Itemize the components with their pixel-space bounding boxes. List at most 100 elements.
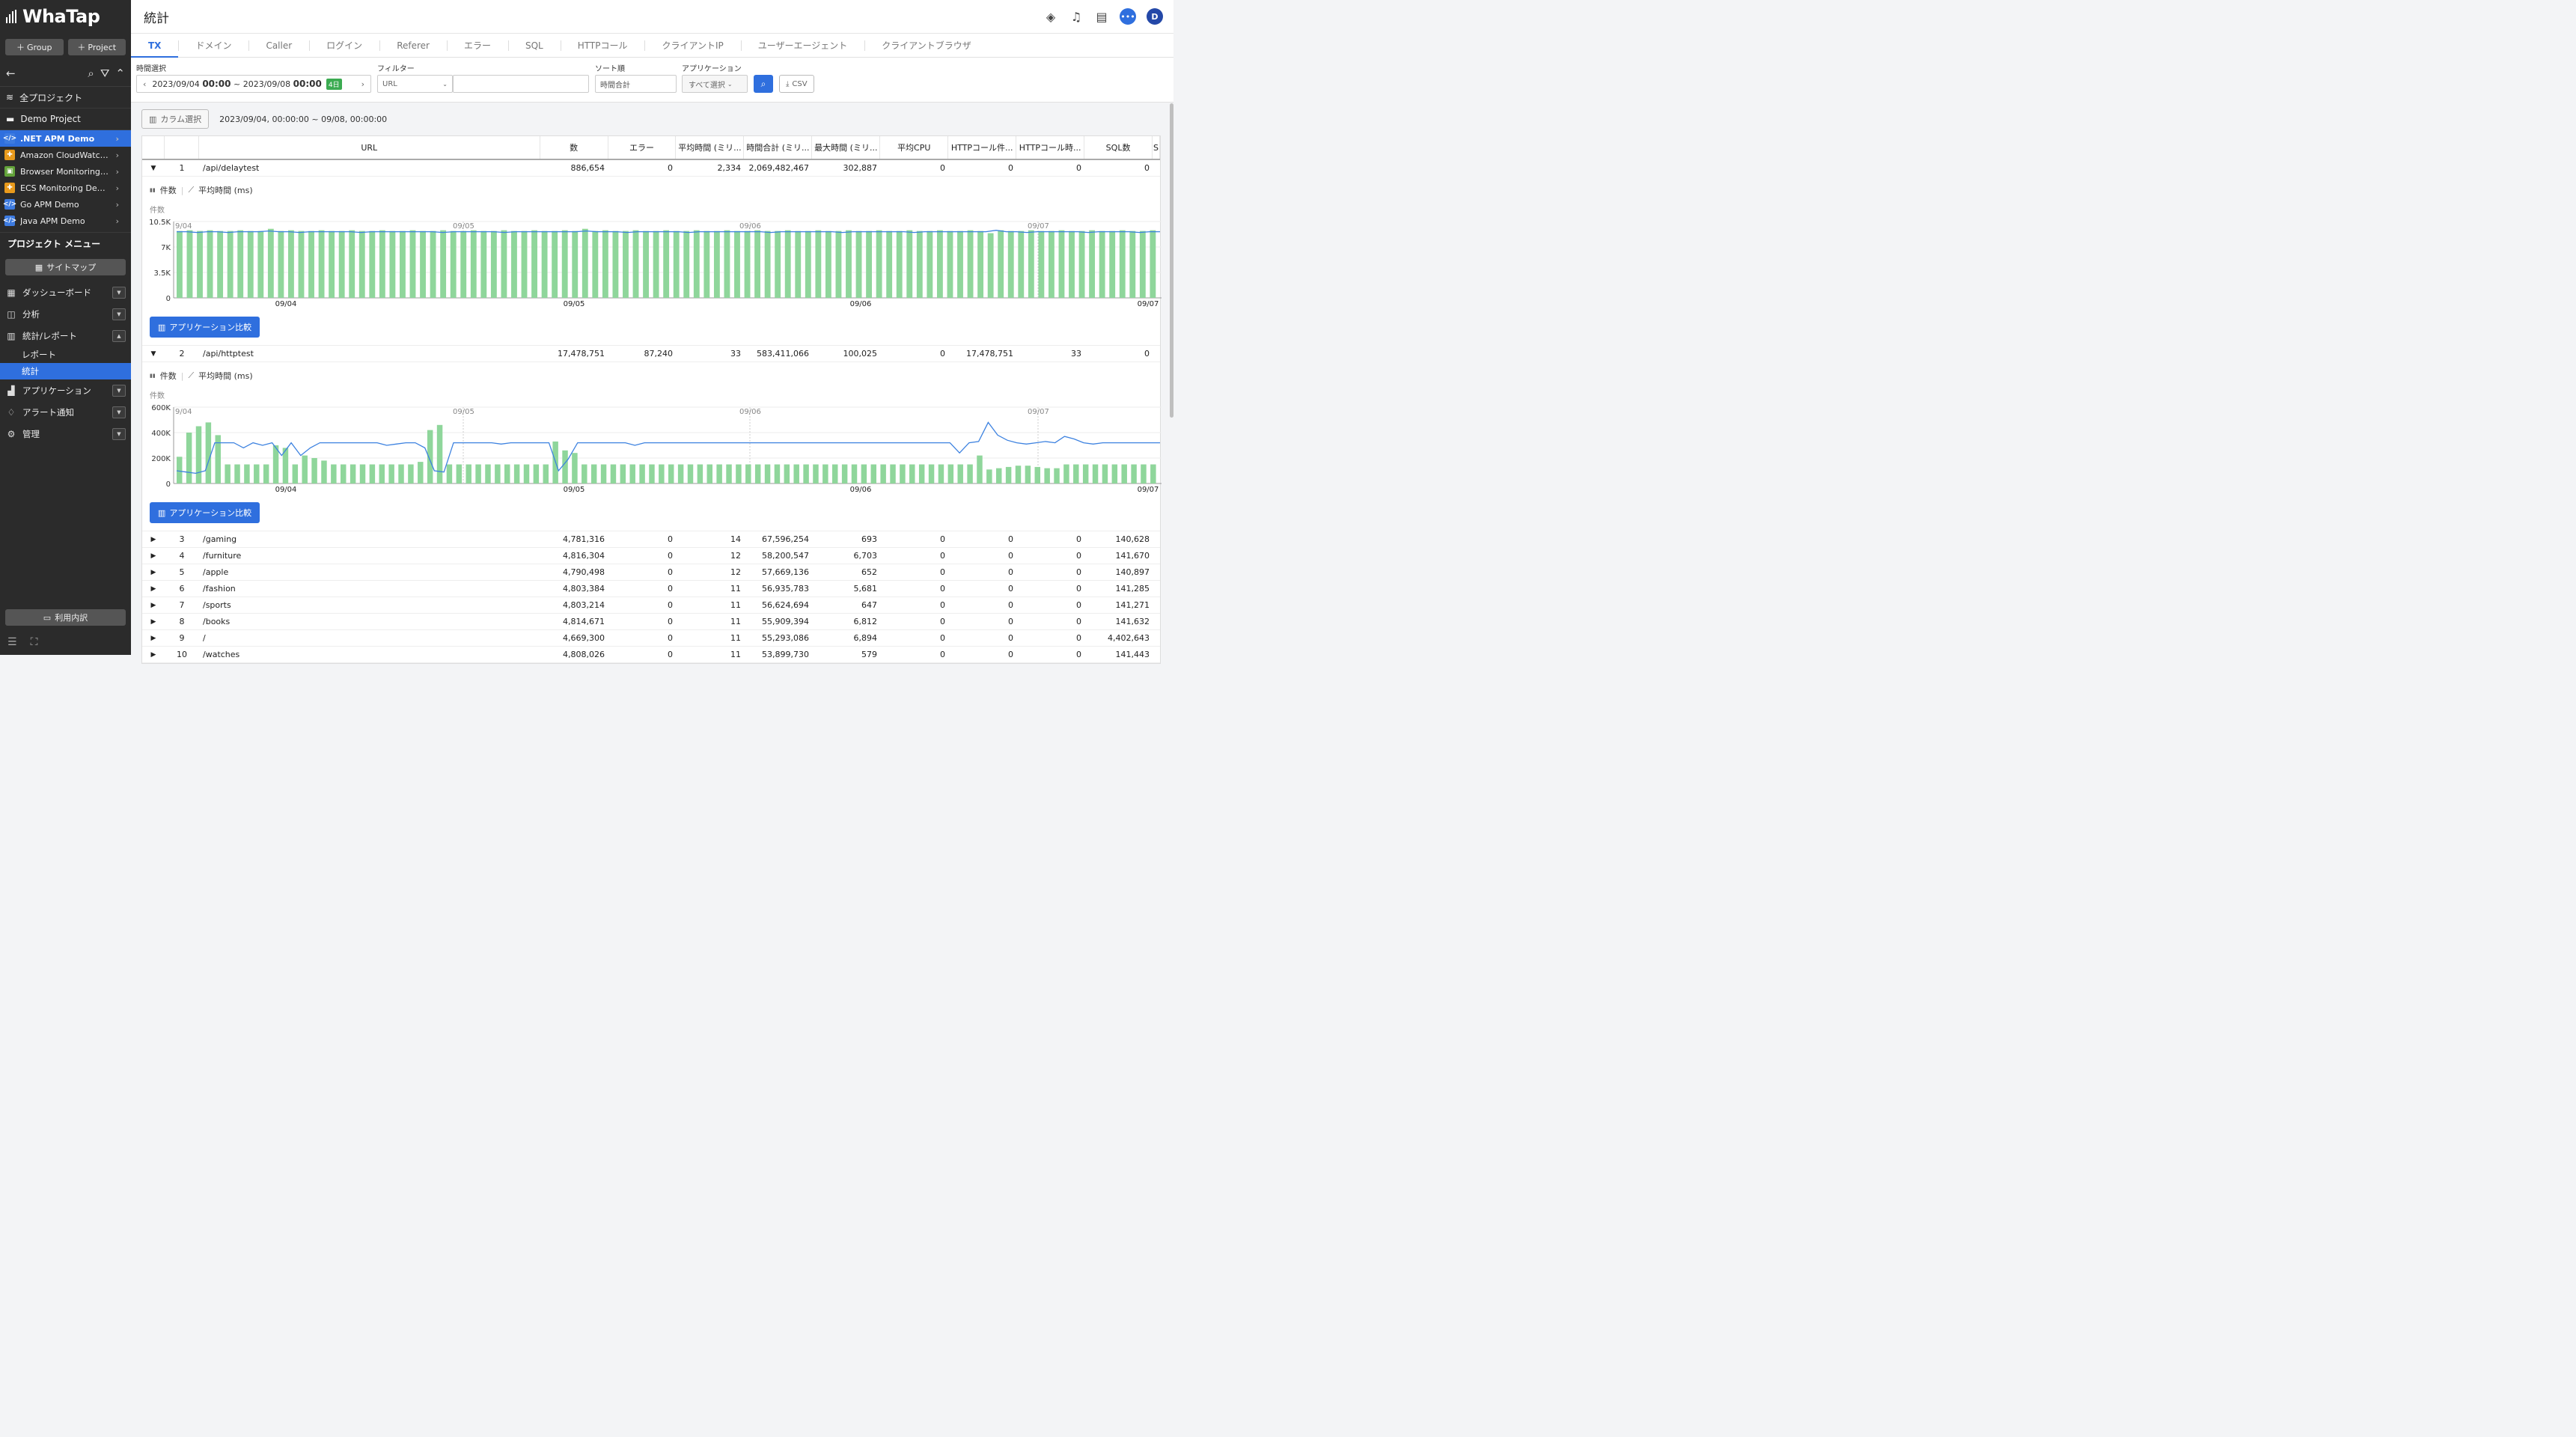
- column-header[interactable]: HTTPコール件...: [948, 136, 1017, 159]
- menu-application[interactable]: ▟ アプリケーション ▼: [0, 379, 131, 401]
- chevron-right-icon[interactable]: ›: [116, 150, 119, 160]
- table-row[interactable]: ▼ 2/api/httptest 17,478,751 87,240 33 583,411…: [142, 346, 1160, 362]
- filter-type-select[interactable]: URL ⌄: [377, 75, 453, 93]
- menu-stats-report[interactable]: ▥ 統計/レポート ▲: [0, 325, 131, 347]
- column-header[interactable]: SQL数: [1084, 136, 1153, 159]
- project-item[interactable]: ⎈Kubernetes Monitoring›: [0, 229, 131, 232]
- column-header[interactable]: URL: [199, 136, 540, 159]
- collapse-arrow-icon[interactable]: ▼: [142, 346, 165, 361]
- add-project-button[interactable]: ＋ Project: [67, 39, 126, 55]
- tab-item[interactable]: HTTPコール: [560, 34, 645, 57]
- chevron-right-icon[interactable]: ›: [116, 167, 119, 177]
- expand-icon[interactable]: ▼: [112, 406, 126, 418]
- column-header[interactable]: 数: [540, 136, 608, 159]
- legend-avg-time[interactable]: 平均時間 (ms): [198, 184, 253, 196]
- chevron-right-icon[interactable]: ›: [116, 200, 119, 210]
- search-icon[interactable]: ⌕: [88, 67, 94, 80]
- table-row[interactable]: ▶ 9 / 4,669,300 0 11 55,293,086 6,894 0 0 0 4,402,6…: [142, 630, 1160, 647]
- expand-icon[interactable]: ▼: [112, 384, 126, 397]
- project-item[interactable]: ✚ Amazon CloudWatch ... ›: [0, 147, 131, 163]
- column-header[interactable]: 最大時間 (ミリ...: [812, 136, 881, 159]
- collapse-icon[interactable]: ⌃: [115, 67, 125, 80]
- project-item[interactable]: </> Java APM Demo ›: [0, 213, 131, 229]
- menu-dashboard[interactable]: ▦ ダッシューボード ▼: [0, 281, 131, 303]
- back-arrow-icon[interactable]: ←: [6, 67, 16, 80]
- expand-arrow-icon[interactable]: ▶: [142, 630, 165, 646]
- chat-icon[interactable]: •••: [1120, 8, 1136, 25]
- expand-arrow-icon[interactable]: ▶: [142, 647, 165, 662]
- filter-icon[interactable]: ⛛: [100, 67, 110, 80]
- scrollbar[interactable]: [1170, 103, 1173, 418]
- project-item[interactable]: </> .NET APM Demo ›: [0, 130, 131, 147]
- collapse-arrow-icon[interactable]: ▼: [142, 160, 165, 176]
- expand-icon[interactable]: ▼: [112, 286, 126, 299]
- column-header[interactable]: 平均時間 (ミリ...: [676, 136, 745, 159]
- search-button[interactable]: ⌕: [754, 75, 773, 93]
- table-row[interactable]: ▶ 10/watches 4,808,026 0 11 53,899,730 579 0 0 0 1…: [142, 647, 1160, 663]
- tab-item[interactable]: クライアントIP: [644, 34, 740, 57]
- menu-alert[interactable]: ♢ アラート通知 ▼: [0, 401, 131, 423]
- calendar-icon[interactable]: ▤: [1094, 10, 1109, 24]
- menu-admin[interactable]: ⚙ 管理 ▼: [0, 423, 131, 445]
- menu-toggle-icon[interactable]: ☰: [7, 636, 17, 648]
- prev-chevron-icon[interactable]: ‹: [137, 79, 152, 89]
- time-range-picker[interactable]: ‹ 2023/09/04 00:00 ~ 2023/09/08 00:00 4日…: [136, 75, 371, 93]
- chevron-right-icon[interactable]: ›: [116, 183, 119, 193]
- fullscreen-icon[interactable]: ⛶: [31, 636, 38, 648]
- expand-icon[interactable]: ▼: [112, 308, 126, 320]
- tab-item[interactable]: ログイン: [309, 34, 379, 57]
- legend-avg-time[interactable]: 平均時間 (ms): [198, 370, 253, 382]
- expand-arrow-icon[interactable]: ▶: [142, 548, 165, 564]
- column-header[interactable]: 平均CPU: [880, 136, 949, 159]
- all-projects-item[interactable]: ≋ 全プロジェクト: [0, 87, 131, 109]
- expand-arrow-icon[interactable]: ▶: [142, 581, 165, 597]
- tab-item[interactable]: Referer: [379, 34, 447, 57]
- expand-arrow-icon[interactable]: ▶: [142, 564, 165, 580]
- project-item[interactable]: ✚ ECS Monitoring Demo ›: [0, 180, 131, 196]
- avatar[interactable]: D: [1147, 8, 1163, 25]
- tab-item[interactable]: ドメイン: [178, 34, 248, 57]
- submenu-report[interactable]: レポート: [0, 347, 131, 363]
- table-row[interactable]: ▶ 7/sports 4,803,214 0 11 56,624,694 647 0 0 0 141…: [142, 597, 1160, 614]
- table-row[interactable]: ▶ 8/books 4,814,671 0 11 55,909,394 6,812 0 0 0 14…: [142, 614, 1160, 630]
- expand-arrow-icon[interactable]: ▶: [142, 597, 165, 613]
- application-select[interactable]: すべて選択 ⌄: [682, 75, 748, 93]
- csv-download-button[interactable]: ⤓ CSV: [779, 75, 814, 93]
- column-header[interactable]: 時間合計 (ミリ...: [744, 136, 813, 159]
- table-row[interactable]: ▶ 3/gaming 4,781,316 0 14 67,596,254 693 0 0 0 140…: [142, 531, 1160, 548]
- add-group-button[interactable]: ＋ Group: [5, 39, 64, 55]
- column-header[interactable]: エラー: [608, 136, 677, 159]
- chevron-right-icon[interactable]: ›: [115, 134, 119, 144]
- table-row[interactable]: ▶ 4/furniture 4,816,304 0 12 58,200,547 6,703 0…: [142, 548, 1160, 564]
- submenu-stats[interactable]: 統計: [0, 363, 131, 379]
- column-select-button[interactable]: ▥ カラム選択: [141, 109, 210, 129]
- table-row[interactable]: ▶ 6/fashion 4,803,384 0 11 56,935,783 5,681 0 0 0…: [142, 581, 1160, 597]
- sitemap-button[interactable]: ▦ サイトマップ: [5, 259, 126, 275]
- tab-item[interactable]: Caller: [248, 34, 309, 57]
- project-item[interactable]: ▣ Browser Monitoring De... ›: [0, 163, 131, 180]
- tab-item[interactable]: SQL: [507, 34, 561, 57]
- tab-item[interactable]: クライアントブラウザ: [864, 34, 989, 57]
- expand-icon[interactable]: ▼: [112, 427, 126, 440]
- filter-text-input[interactable]: [453, 75, 589, 93]
- menu-analysis[interactable]: ◫ 分析 ▼: [0, 303, 131, 325]
- demo-project-folder[interactable]: ▬ Demo Project: [0, 109, 131, 130]
- legend-count[interactable]: 件数: [160, 184, 177, 196]
- collapse-icon[interactable]: ▲: [112, 329, 126, 342]
- compare-applications-button[interactable]: ▥ アプリケーション比較: [150, 317, 260, 338]
- legend-count[interactable]: 件数: [160, 370, 177, 382]
- expand-arrow-icon[interactable]: ▶: [142, 614, 165, 629]
- column-header[interactable]: S: [1153, 136, 1161, 159]
- paint-bucket-icon[interactable]: ◈: [1043, 10, 1058, 24]
- bell-icon[interactable]: ♫: [1069, 10, 1084, 24]
- tab-item[interactable]: ユーザーエージェント: [740, 34, 865, 57]
- column-header[interactable]: HTTPコール時...: [1016, 136, 1085, 159]
- sort-select[interactable]: 時間合計: [595, 75, 677, 93]
- tab-item[interactable]: TX: [131, 34, 179, 58]
- chevron-right-icon[interactable]: ›: [116, 216, 119, 226]
- next-chevron-icon[interactable]: ›: [355, 79, 370, 89]
- project-item[interactable]: </> Go APM Demo ›: [0, 196, 131, 213]
- table-row[interactable]: ▼ 1/api/delaytest 886,654 0 2,334 2,069,482,4…: [142, 160, 1160, 177]
- tab-item[interactable]: エラー: [446, 34, 508, 57]
- usage-button[interactable]: ▭ 利用内訳: [5, 609, 126, 626]
